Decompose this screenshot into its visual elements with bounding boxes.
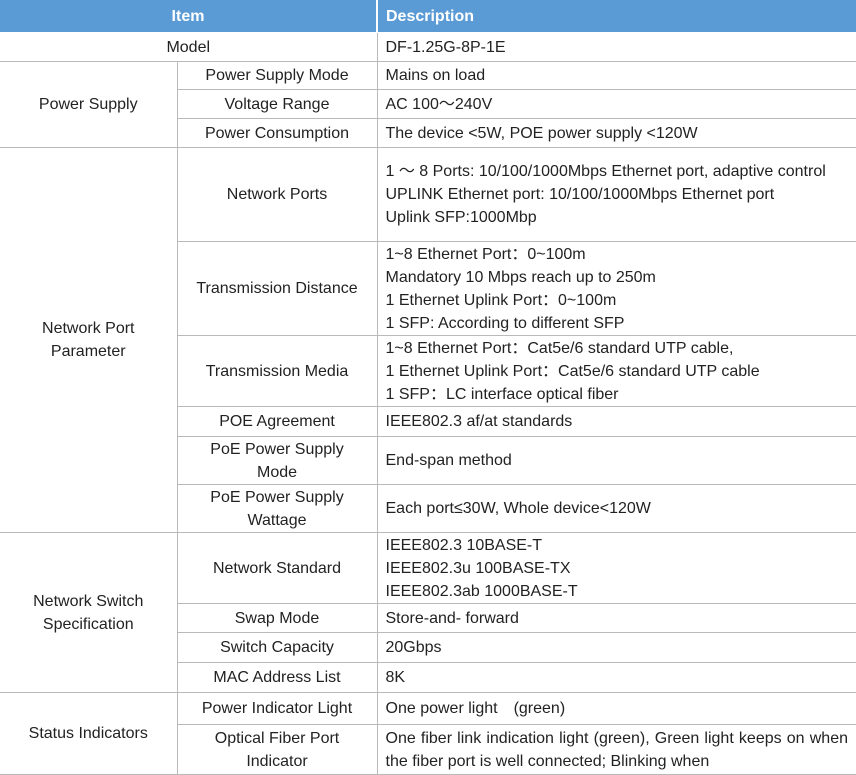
description-line: 1~8 Ethernet Port：Cat5e/6 standard UTP c…: [385, 339, 734, 357]
label-line: PoE Power Supply: [210, 440, 344, 458]
network-ports-value: 1 ～ 8 Ports: 10/100/1000Mbps Ethernet po…: [377, 147, 856, 242]
poe-agreement-label: POE Agreement: [177, 406, 378, 437]
mac-address-list-label: MAC Address List: [177, 662, 378, 693]
table-row: Model DF-1.25G-8P-1E: [0, 32, 856, 62]
power-supply-mode-value: Mains on load: [377, 61, 856, 90]
category-line: Parameter: [50, 343, 126, 360]
mac-address-list-value: 8K: [377, 662, 856, 693]
category-line: Network Port: [42, 320, 135, 337]
description-line: IEEE802.3ab 1000BASE-T: [385, 582, 578, 600]
description-line: UPLINK Ethernet port: 10/100/1000Mbps Et…: [385, 186, 775, 203]
model-label: Model: [0, 32, 378, 62]
header-row: Item Description: [0, 0, 856, 33]
network-switch-specification-category: Network Switch Specification: [0, 532, 178, 693]
category-line: Network Switch: [33, 592, 144, 610]
status-indicators-category: Status Indicators: [0, 692, 178, 775]
label-line: Wattage: [247, 511, 307, 529]
power-supply-category: Power Supply: [0, 61, 178, 148]
description-column-header: Description: [376, 0, 856, 33]
network-standard-value: IEEE802.3 10BASE-T IEEE802.3u 100BASE-TX…: [377, 532, 856, 604]
voltage-range-value: AC 100～240V: [377, 89, 856, 119]
table-row: Power Supply Power Supply Mode Mains on …: [0, 61, 856, 148]
power-indicator-light-label: Power Indicator Light: [177, 692, 378, 725]
description-line: 1 Ethernet Uplink Port：Cat5e/6 standard …: [385, 362, 760, 380]
transmission-media-label: Transmission Media: [177, 335, 378, 407]
poe-power-supply-wattage-value: Each port≤30W, Whole device<120W: [377, 484, 856, 533]
poe-power-supply-mode-label: PoE Power Supply Mode: [177, 436, 378, 485]
description-line: 1~8 Ethernet Port：0~100m: [385, 245, 586, 263]
description-line: 1 Ethernet Uplink Port：0~100m: [385, 291, 617, 309]
model-value: DF-1.25G-8P-1E: [377, 32, 856, 62]
table-row: Network Port Parameter Network Ports 1 ～…: [0, 147, 856, 533]
description-line: 1 ～ 8 Ports: 10/100/1000Mbps Ethernet po…: [385, 163, 826, 180]
description-line: Mandatory 10 Mbps reach up to 250m: [385, 268, 656, 286]
specification-table: Item Description Model DF-1.25G-8P-1E Po…: [0, 0, 856, 775]
switch-capacity-value: 20Gbps: [377, 632, 856, 663]
label-line: Indicator: [246, 752, 308, 770]
description-line: 1 SFP: According to different SFP: [385, 314, 625, 332]
network-ports-label: Network Ports: [177, 147, 378, 242]
swap-mode-label: Swap Mode: [177, 603, 378, 633]
power-consumption-value: The device <5W, POE power supply <120W: [377, 118, 856, 148]
poe-agreement-value: IEEE802.3 af/at standards: [377, 406, 856, 437]
power-consumption-label: Power Consumption: [177, 118, 378, 148]
label-line: Optical Fiber Port: [214, 729, 340, 747]
switch-capacity-label: Switch Capacity: [177, 632, 378, 663]
description-line: 1 SFP：LC interface optical fiber: [385, 385, 619, 403]
network-standard-label: Network Standard: [177, 532, 378, 604]
poe-power-supply-wattage-label: PoE Power Supply Wattage: [177, 484, 378, 533]
poe-power-supply-mode-value: End-span method: [377, 436, 856, 485]
label-line: Mode: [256, 463, 298, 481]
table-row: Network Switch Specification Network Sta…: [0, 532, 856, 693]
power-indicator-light-value: One power light (green): [377, 692, 856, 725]
optical-fiber-port-indicator-value: One fiber link indication light (green),…: [377, 724, 856, 775]
description-line: IEEE802.3u 100BASE-TX: [385, 559, 571, 577]
item-column-header: Item: [0, 0, 377, 33]
table-row: Status Indicators Power Indicator Light …: [0, 692, 856, 775]
optical-fiber-port-indicator-label: Optical Fiber Port Indicator: [177, 724, 378, 775]
description-line: Uplink SFP:1000Mbp: [385, 209, 537, 226]
transmission-distance-label: Transmission Distance: [177, 241, 378, 336]
power-supply-mode-label: Power Supply Mode: [177, 61, 378, 90]
swap-mode-value: Store-and- forward: [377, 603, 856, 633]
network-port-parameter-category: Network Port Parameter: [0, 147, 178, 533]
category-line: Specification: [42, 615, 134, 633]
transmission-media-value: 1~8 Ethernet Port：Cat5e/6 standard UTP c…: [377, 335, 856, 407]
label-line: PoE Power Supply: [210, 488, 344, 506]
transmission-distance-value: 1~8 Ethernet Port：0~100m Mandatory 10 Mb…: [377, 241, 856, 336]
voltage-range-label: Voltage Range: [177, 89, 378, 119]
description-line: IEEE802.3 10BASE-T: [385, 536, 543, 554]
